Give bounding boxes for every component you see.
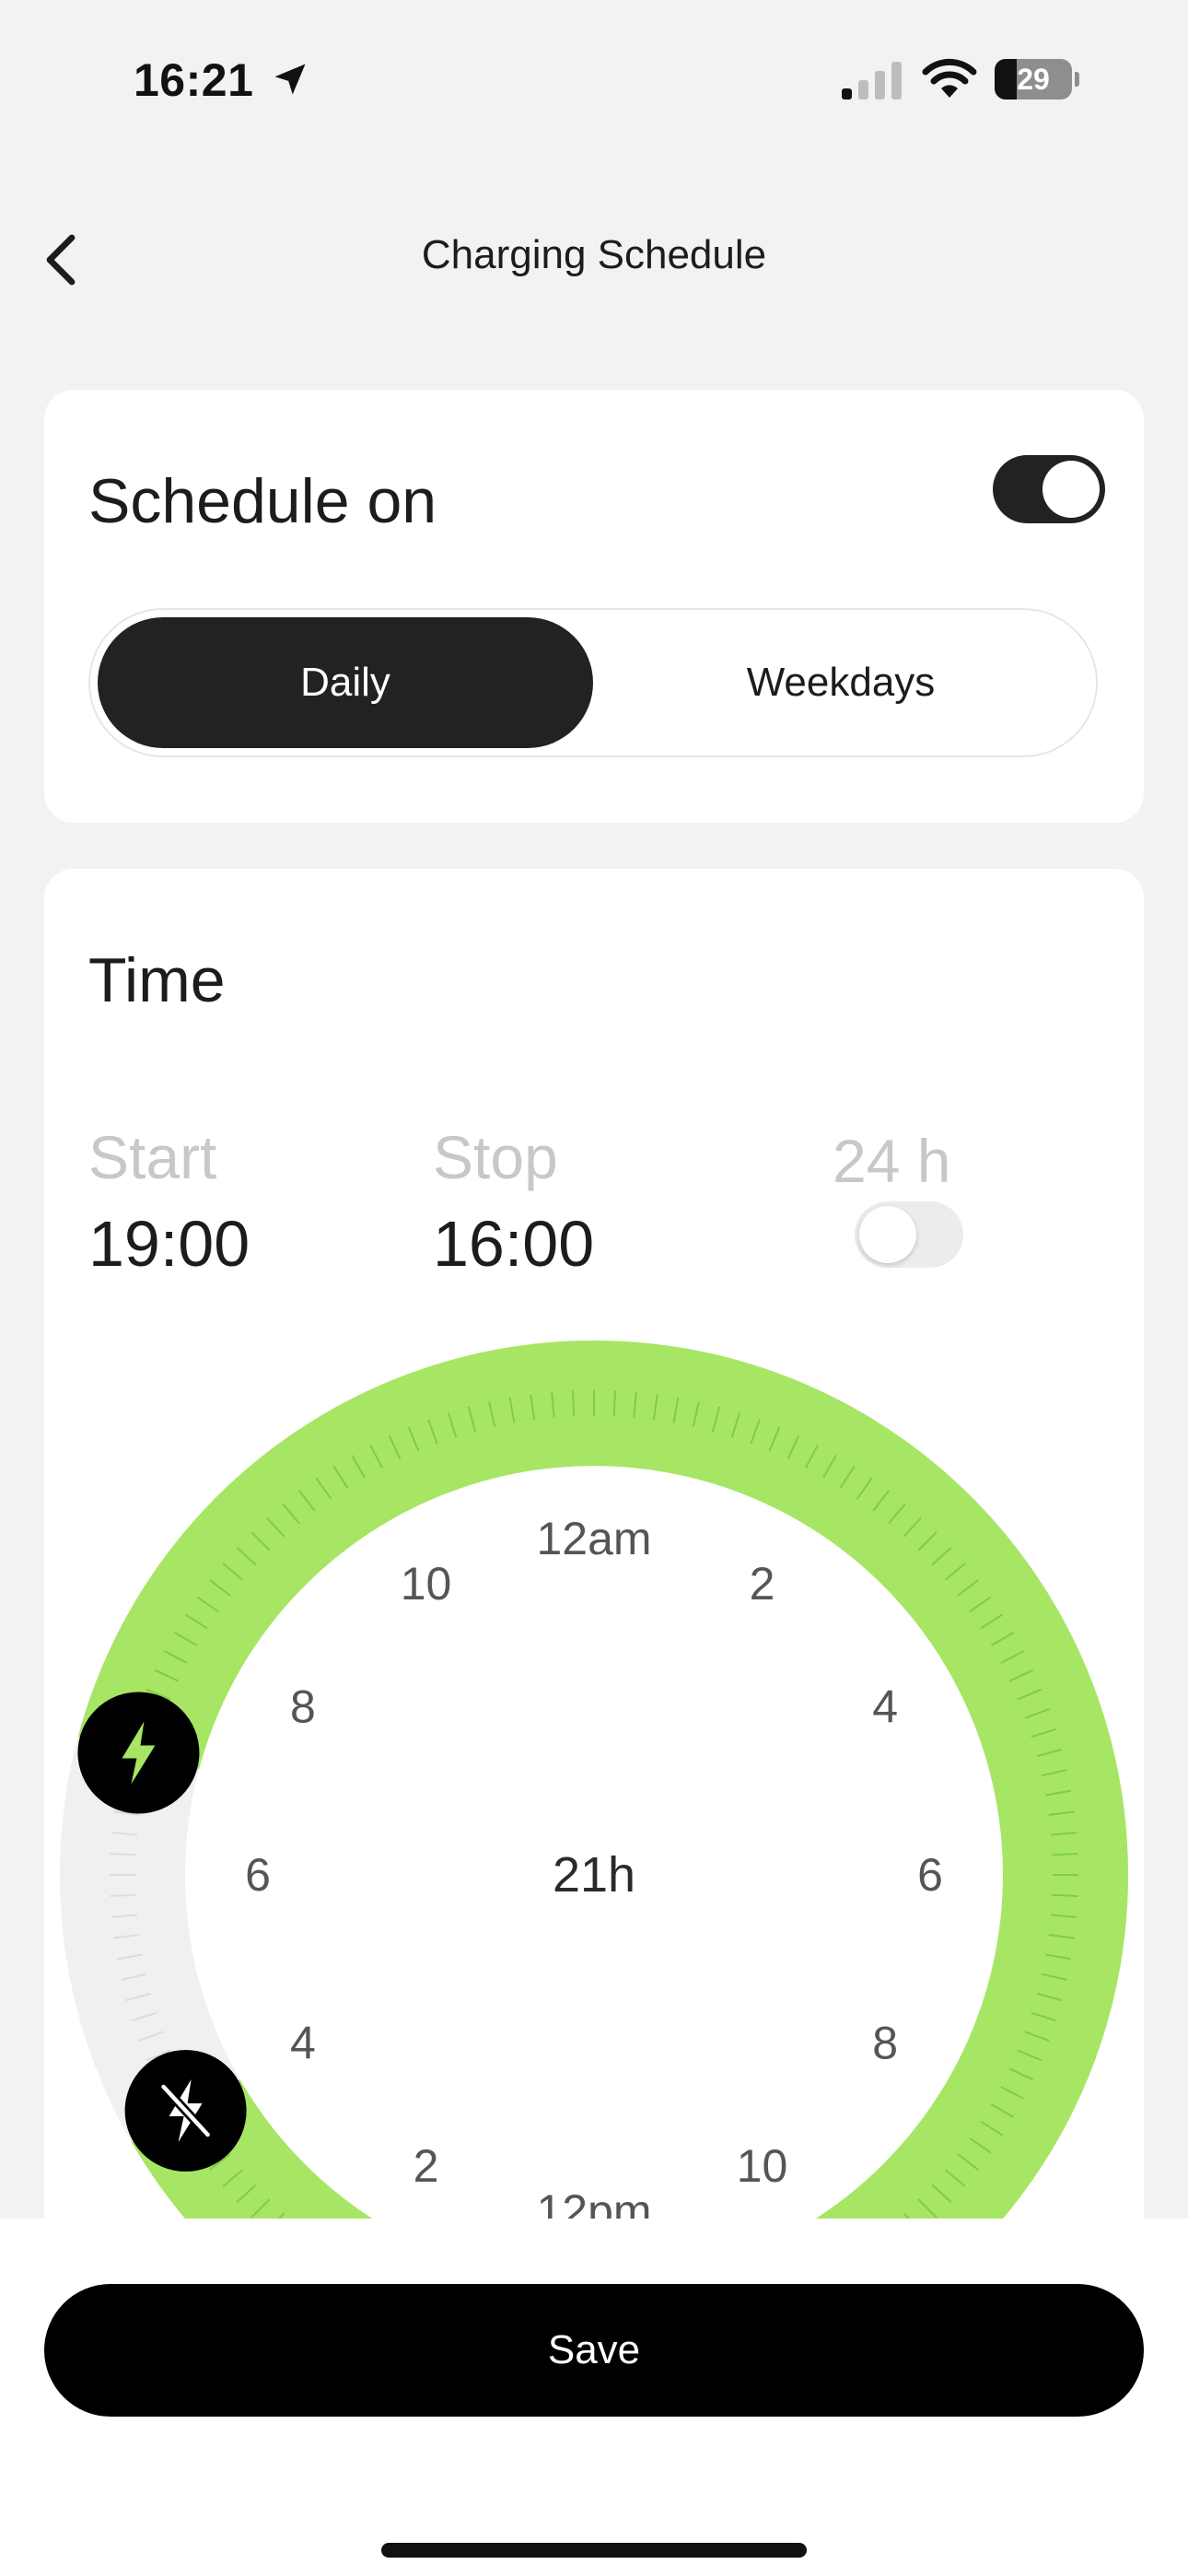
cellular-signal-icon	[842, 62, 902, 100]
page-title: Charging Schedule	[421, 232, 767, 277]
dial-hour-label: 6	[245, 1849, 271, 1901]
start-time-value[interactable]: 19:00	[88, 1207, 250, 1281]
dial-hour-label: 2	[750, 1558, 775, 1610]
duration-label: 21h	[553, 1847, 635, 1903]
battery-percent: 29	[1017, 63, 1050, 96]
home-indicator	[381, 2543, 807, 2558]
dial-hour-label: 10	[737, 2140, 788, 2192]
wifi-icon	[922, 58, 977, 98]
dial-hour-label: 8	[290, 1681, 316, 1733]
dial-hour-label: 4	[290, 2018, 316, 2069]
time-section-title: Time	[88, 945, 226, 1015]
dial-tick	[1052, 1893, 1078, 1897]
dial-hour-label: 4	[872, 1681, 898, 1733]
dial-hour-label: 2	[413, 2140, 439, 2192]
save-button[interactable]: Save	[44, 2284, 1144, 2417]
dial-hour-label: 12am	[536, 1513, 651, 1564]
start-handle[interactable]	[77, 1692, 200, 1814]
segment-daily[interactable]: Daily	[98, 617, 593, 748]
dial-hour-label: 8	[872, 2018, 898, 2069]
dial-tick	[572, 1390, 576, 1417]
24h-toggle[interactable]	[855, 1201, 963, 1268]
stop-label: Stop	[433, 1123, 558, 1191]
location-arrow-icon	[274, 64, 306, 95]
status-time: 16:21	[134, 54, 254, 106]
stop-handle[interactable]	[124, 2050, 247, 2172]
dial-tick	[612, 1390, 616, 1417]
dial-hour-label: 6	[917, 1849, 943, 1901]
schedule-on-label: Schedule on	[88, 466, 437, 536]
start-label: Start	[88, 1123, 217, 1191]
dial-tick	[110, 1853, 136, 1856]
schedule-card	[44, 390, 1144, 823]
toggle-knob	[859, 1206, 916, 1263]
schedule-toggle[interactable]	[993, 455, 1105, 523]
stop-time-value[interactable]: 16:00	[433, 1207, 594, 1281]
segment-weekdays[interactable]: Weekdays	[593, 617, 1089, 748]
battery-icon: 29	[995, 59, 1079, 100]
24h-label: 24 h	[833, 1127, 951, 1195]
toggle-knob	[1042, 461, 1100, 518]
dial-hour-label: 10	[401, 1558, 452, 1610]
dial-tick	[110, 1893, 136, 1897]
dial-tick	[1052, 1853, 1078, 1856]
